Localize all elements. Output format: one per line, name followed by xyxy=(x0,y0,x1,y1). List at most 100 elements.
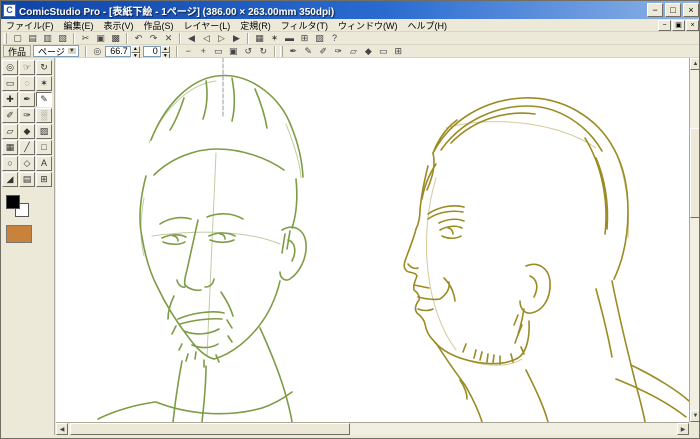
scroll-down-button[interactable]: ▼ xyxy=(690,410,699,422)
menu-view[interactable]: 表示(V) xyxy=(99,19,139,32)
mdi-minimize-button[interactable]: − xyxy=(658,19,671,31)
title-bar[interactable]: C ComicStudio Pro - [表紙下絵 - 1ページ] (386.0… xyxy=(1,1,699,19)
vertical-scrollbar[interactable]: ▲ ▼ xyxy=(689,58,699,422)
text-tool[interactable]: A xyxy=(36,156,52,171)
panel-cutter-tool[interactable]: ⊞ xyxy=(36,172,52,187)
delete-button[interactable]: ✕ xyxy=(161,32,176,44)
horizontal-scroll-thumb[interactable] xyxy=(70,423,350,435)
zoom-tool-button[interactable]: ◎ xyxy=(90,45,105,57)
print-button[interactable]: ▧ xyxy=(55,32,70,44)
actual-size-button[interactable]: ▣ xyxy=(226,45,241,57)
brush-tool[interactable]: ✑ xyxy=(19,108,35,123)
line-tool[interactable]: ╱ xyxy=(19,140,35,155)
zoom-in-button[interactable]: + xyxy=(196,45,211,57)
mdi-close-button[interactable]: × xyxy=(686,19,699,31)
tab-works[interactable]: 作品 xyxy=(3,45,32,57)
scroll-left-button[interactable]: ◀ xyxy=(56,423,68,435)
story-editor-button[interactable]: ▬ xyxy=(282,32,297,44)
zoom-out-button[interactable]: − xyxy=(181,45,196,57)
close-button[interactable]: × xyxy=(683,3,699,17)
new-document-button[interactable]: ▢ xyxy=(10,32,25,44)
menu-window[interactable]: ウィンドウ(W) xyxy=(333,19,403,32)
mdi-restore-button[interactable]: ▣ xyxy=(672,19,685,31)
scroll-up-button[interactable]: ▲ xyxy=(690,58,699,70)
fit-to-window-button[interactable]: ▭ xyxy=(211,45,226,57)
menu-ruler[interactable]: 定規(R) xyxy=(235,19,276,32)
last-page-button[interactable]: ▶ xyxy=(229,32,244,44)
zoom-spinner[interactable]: ▲ ▼ xyxy=(130,45,140,60)
tone-preview-swatch[interactable] xyxy=(6,225,32,243)
lasso-tool[interactable]: ◌ xyxy=(19,76,35,91)
zoom-input[interactable] xyxy=(104,45,131,57)
menu-layer[interactable]: レイヤー(L) xyxy=(179,19,236,32)
rotation-spinner[interactable]: ▲ ▼ xyxy=(160,45,170,60)
menu-help[interactable]: ヘルプ(H) xyxy=(403,19,453,32)
gradient-tool[interactable]: ▨ xyxy=(36,124,52,139)
hand-tool[interactable]: ☞ xyxy=(19,60,35,75)
rect-select-tool[interactable]: ▭ xyxy=(2,76,18,91)
next-page-button[interactable]: ▷ xyxy=(214,32,229,44)
first-page-button[interactable]: ◀ xyxy=(184,32,199,44)
grid-toggle-button[interactable]: ⊞ xyxy=(297,32,312,44)
pencil-icon: ✎ xyxy=(40,94,48,104)
save-button[interactable]: ▥ xyxy=(40,32,55,44)
toolbar-separator xyxy=(73,32,75,44)
pen-tool[interactable]: ✒ xyxy=(19,92,35,107)
pen-tool-button[interactable]: ✒ xyxy=(286,45,301,57)
move-tool[interactable]: ✚ xyxy=(2,92,18,107)
pencil-tool[interactable]: ✎ xyxy=(36,92,52,107)
minimize-button[interactable]: − xyxy=(647,3,663,17)
zoom-tool[interactable]: ◎ xyxy=(2,60,18,75)
help-button[interactable]: ? xyxy=(327,32,342,44)
rotate-cw-button[interactable]: ↻ xyxy=(256,45,271,57)
help-icon: ? xyxy=(331,33,337,43)
ruler-tool[interactable]: ▤ xyxy=(19,172,35,187)
menu-file[interactable]: ファイル(F) xyxy=(1,19,59,32)
right-figure-sketch xyxy=(403,97,689,422)
ellipse-tool[interactable]: ○ xyxy=(2,156,18,171)
eraser-tool-button[interactable]: ▱ xyxy=(346,45,361,57)
copy-button[interactable]: ▣ xyxy=(93,32,108,44)
scroll-track[interactable] xyxy=(350,423,677,435)
cut-button[interactable]: ✂ xyxy=(78,32,93,44)
tools-palette-button[interactable]: ✶ xyxy=(267,32,282,44)
rotation-input[interactable] xyxy=(142,45,161,57)
open-button[interactable]: ▤ xyxy=(25,32,40,44)
undo-button[interactable]: ↶ xyxy=(131,32,146,44)
canvas-page[interactable] xyxy=(56,58,689,422)
materials-palette-icon: ▨ xyxy=(315,32,324,43)
menu-filter[interactable]: フィルタ(T) xyxy=(276,19,333,32)
page-selector-dropdown[interactable]: ページ ▼ xyxy=(33,45,79,57)
maximize-button[interactable]: □ xyxy=(665,3,681,17)
menu-story[interactable]: 作品(S) xyxy=(139,19,179,32)
rotate-ccw-button[interactable]: ↺ xyxy=(241,45,256,57)
rectangle-tool[interactable]: □ xyxy=(36,140,52,155)
menu-edit[interactable]: 編集(E) xyxy=(59,19,99,32)
materials-palette-button[interactable]: ▨ xyxy=(312,32,327,44)
prev-page-button[interactable]: ◁ xyxy=(199,32,214,44)
vertical-scroll-thumb[interactable] xyxy=(690,128,699,218)
marker-tool[interactable]: ✐ xyxy=(2,108,18,123)
polygon-tool[interactable]: ◇ xyxy=(19,156,35,171)
pencil-tool-button[interactable]: ✎ xyxy=(301,45,316,57)
redo-button[interactable]: ↷ xyxy=(146,32,161,44)
tone-tool[interactable]: ▦ xyxy=(2,140,18,155)
paste-button[interactable]: ▩ xyxy=(108,32,123,44)
magic-wand-tool[interactable]: ✶ xyxy=(36,76,52,91)
horizontal-scrollbar[interactable]: ◀ ▶ xyxy=(56,422,689,435)
eyedropper-tool[interactable]: ◢ xyxy=(2,172,18,187)
fill-tool-button[interactable]: ◆ xyxy=(361,45,376,57)
chevron-down-icon: ▼ xyxy=(67,48,76,54)
selection-tool-button[interactable]: ▭ xyxy=(376,45,391,57)
eraser-tool[interactable]: ▱ xyxy=(2,124,18,139)
snap-toggle-button[interactable]: ⊞ xyxy=(391,45,406,57)
fill-tool[interactable]: ◆ xyxy=(19,124,35,139)
zoom-icon: ◎ xyxy=(93,45,102,56)
rotate-canvas-tool[interactable]: ↻ xyxy=(36,60,52,75)
brush-tool-button[interactable]: ✑ xyxy=(331,45,346,57)
foreground-color-swatch[interactable] xyxy=(6,195,20,209)
marker-tool-button[interactable]: ✐ xyxy=(316,45,331,57)
scroll-right-button[interactable]: ▶ xyxy=(677,423,689,435)
airbrush-tool[interactable]: ░ xyxy=(36,108,52,123)
layers-palette-button[interactable]: ▦ xyxy=(252,32,267,44)
